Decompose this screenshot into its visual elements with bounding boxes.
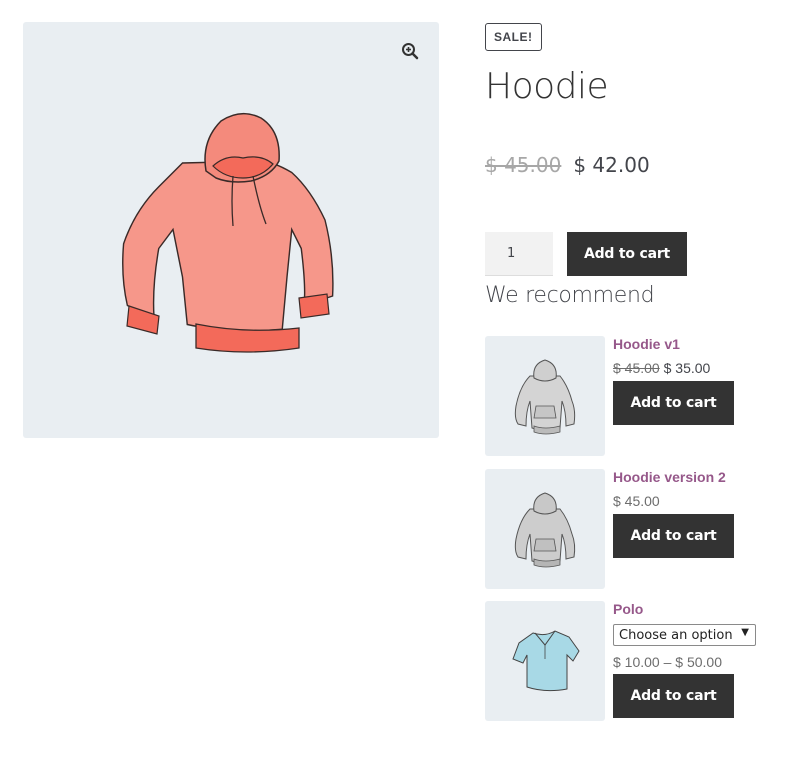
product-link[interactable]: Hoodie v1 (613, 336, 793, 354)
sale-badge: SALE! (485, 23, 542, 51)
product-price: $ 45.00 (613, 493, 793, 509)
product-price: $ 10.00 – $ 50.00 (613, 654, 793, 670)
product-link[interactable]: Hoodie version 2 (613, 469, 793, 487)
blue-polo-icon[interactable] (485, 601, 605, 721)
recommended-product-info: Hoodie v1 $ 45.00 $ 35.00 Add to cart (613, 336, 793, 425)
add-to-cart-button[interactable]: Add to cart (613, 381, 734, 425)
product-price: $ 45.00 $ 42.00 (485, 153, 650, 177)
sale-price: $ 35.00 (663, 360, 711, 376)
grey-hoodie-icon[interactable] (485, 469, 605, 589)
variation-select[interactable]: Choose an option ▼ (613, 624, 756, 646)
old-price: $ 45.00 (613, 360, 660, 376)
grey-hoodie-icon[interactable] (485, 336, 605, 456)
caret-down-icon: ▼ (741, 627, 749, 638)
old-price: $ 45.00 (485, 153, 562, 177)
recommended-product-info: Polo Choose an option ▼ $ 10.00 – $ 50.0… (613, 601, 793, 718)
quantity-input[interactable] (485, 232, 553, 276)
product-gallery (23, 22, 439, 438)
price: $ 45.00 (613, 493, 660, 509)
recommended-product-info: Hoodie version 2 $ 45.00 Add to cart (613, 469, 793, 558)
recommend-heading: We recommend (485, 283, 655, 308)
zoom-icon[interactable] (399, 40, 421, 62)
price-range: $ 10.00 – $ 50.00 (613, 654, 722, 670)
product-price: $ 45.00 $ 35.00 (613, 360, 793, 376)
product-title: Hoodie (485, 66, 609, 107)
add-to-cart-button[interactable]: Add to cart (613, 514, 734, 558)
add-to-cart-button[interactable]: Add to cart (567, 232, 687, 276)
select-options-button[interactable]: Add to cart (613, 674, 734, 718)
hoodie-image-icon[interactable] (121, 106, 341, 356)
select-value: Choose an option (619, 627, 733, 643)
product-link[interactable]: Polo (613, 601, 793, 619)
sale-price: $ 42.00 (573, 153, 650, 177)
